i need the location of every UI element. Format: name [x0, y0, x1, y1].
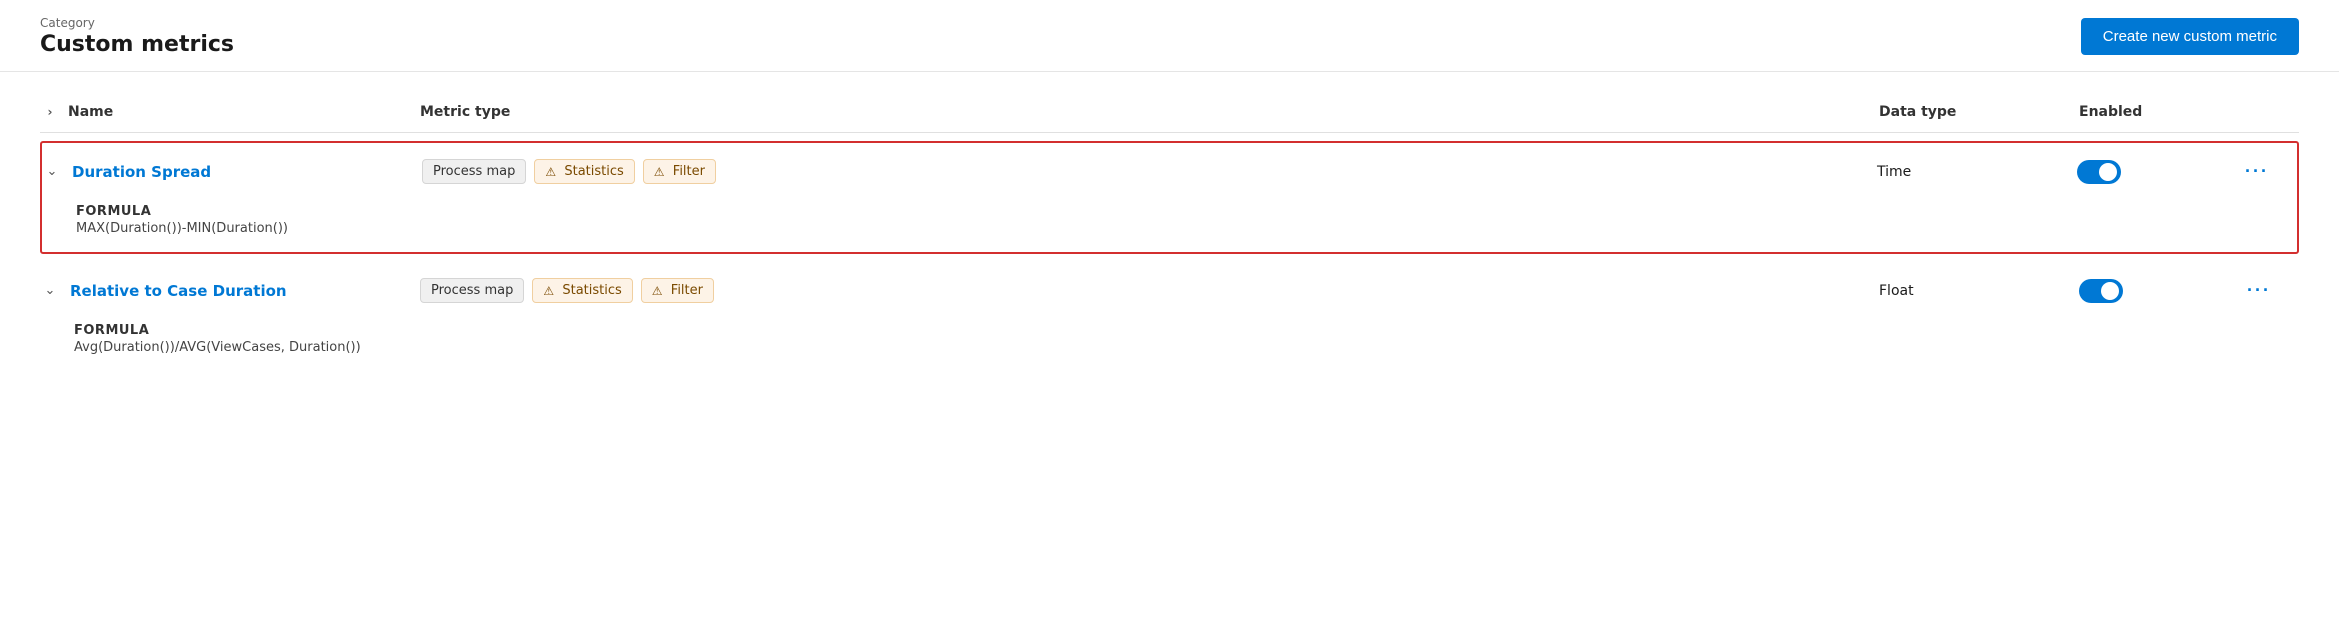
relative-to-case-duration-main-row: ⌄ Relative to Case Duration Process map … [40, 262, 2299, 319]
data-type-column-header: Data type [1879, 104, 2079, 120]
relative-to-case-duration-formula-label: FORMULA [74, 323, 2299, 338]
relative-to-case-duration-toggle[interactable] [2079, 279, 2123, 303]
relative-to-case-duration-type-cell: Process map ⚠Statistics ⚠Filter [420, 278, 1879, 303]
relative-to-case-duration-enabled-cell [2079, 279, 2239, 303]
create-new-custom-metric-button[interactable]: Create new custom metric [2081, 18, 2299, 55]
relative-process-map-badge: Process map [420, 278, 524, 303]
duration-spread-more-button[interactable]: ··· [2237, 157, 2277, 186]
duration-spread-name-cell: ⌄ Duration Spread [42, 162, 422, 182]
metrics-table-container: › Name Metric type Data type Enabled ⌄ D… [0, 72, 2339, 391]
relative-statistics-warning-icon: ⚠ [543, 284, 557, 298]
header-left: Category Custom metrics [40, 16, 234, 57]
duration-spread-formula-label: FORMULA [76, 204, 2297, 219]
page-title: Custom metrics [40, 32, 234, 57]
duration-spread-process-map-badge: Process map [422, 159, 526, 184]
relative-filter-badge: ⚠Filter [641, 278, 714, 303]
statistics-warning-icon: ⚠ [545, 165, 559, 179]
duration-spread-statistics-badge: ⚠Statistics [534, 159, 634, 184]
relative-to-case-duration-more-button[interactable]: ··· [2239, 276, 2279, 305]
duration-spread-filter-badge: ⚠Filter [643, 159, 716, 184]
relative-to-case-duration-formula-value: Avg(Duration())/AVG(ViewCases, Duration(… [74, 340, 2299, 355]
duration-spread-main-row: ⌄ Duration Spread Process map ⚠Statistic… [42, 143, 2297, 200]
name-column-header: › Name [40, 102, 420, 122]
relative-filter-warning-icon: ⚠ [652, 284, 666, 298]
expand-all-icon[interactable]: › [40, 102, 60, 122]
relative-to-case-duration-row-wrapper: ⌄ Relative to Case Duration Process map … [40, 262, 2299, 371]
relative-statistics-badge: ⚠Statistics [532, 278, 632, 303]
duration-spread-formula-value: MAX(Duration())-MIN(Duration()) [76, 221, 2297, 236]
relative-to-case-duration-name-link[interactable]: Relative to Case Duration [70, 282, 287, 300]
duration-spread-row-wrapper: ⌄ Duration Spread Process map ⚠Statistic… [40, 141, 2299, 254]
duration-spread-name-link[interactable]: Duration Spread [72, 163, 211, 181]
relative-to-case-duration-data-type: Float [1879, 283, 2079, 299]
relative-to-case-duration-chevron-icon[interactable]: ⌄ [40, 281, 60, 301]
duration-spread-formula-row: FORMULA MAX(Duration())-MIN(Duration()) [42, 200, 2297, 252]
relative-to-case-duration-more-cell: ··· [2239, 276, 2299, 305]
duration-spread-type-cell: Process map ⚠Statistics ⚠Filter [422, 159, 1877, 184]
relative-to-case-duration-formula-row: FORMULA Avg(Duration())/AVG(ViewCases, D… [40, 319, 2299, 371]
metric-type-column-header: Metric type [420, 104, 1879, 120]
duration-spread-data-type: Time [1877, 164, 2077, 180]
duration-spread-enabled-cell [2077, 160, 2237, 184]
enabled-column-header: Enabled [2079, 104, 2239, 120]
duration-spread-chevron-icon[interactable]: ⌄ [42, 162, 62, 182]
duration-spread-more-cell: ··· [2237, 157, 2297, 186]
page-header: Category Custom metrics Create new custo… [0, 0, 2339, 72]
duration-spread-toggle[interactable] [2077, 160, 2121, 184]
table-header: › Name Metric type Data type Enabled [40, 92, 2299, 133]
filter-warning-icon: ⚠ [654, 165, 668, 179]
category-label: Category [40, 16, 234, 30]
relative-to-case-duration-name-cell: ⌄ Relative to Case Duration [40, 281, 420, 301]
